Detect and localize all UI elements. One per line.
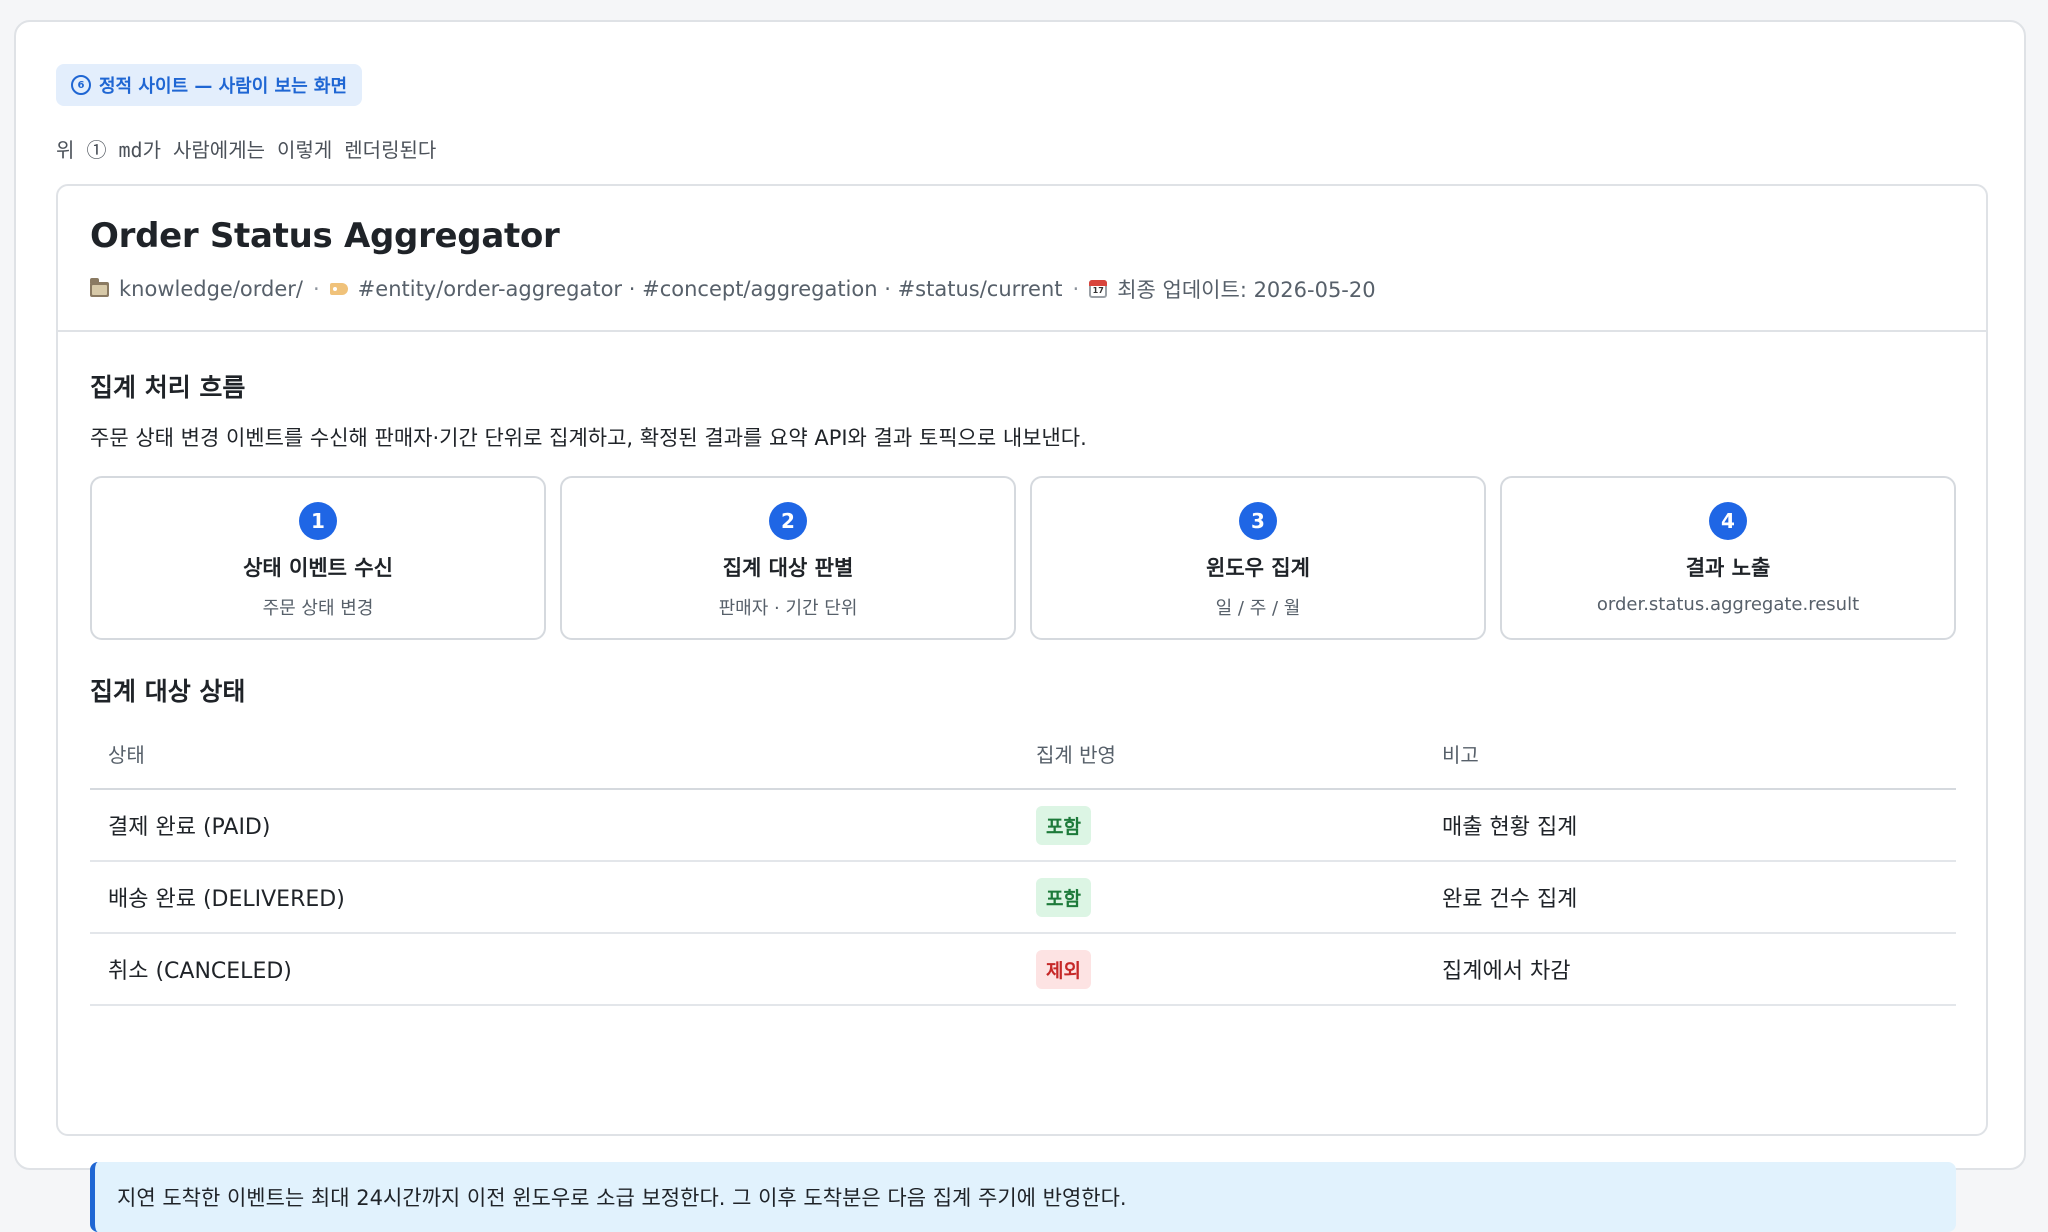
step-subtitle: order.status.aggregate.result [1596,594,1860,615]
step-number: 1 [299,502,337,540]
note-cell: 집계에서 차감 [1424,933,1956,1006]
tag-icon [329,283,348,295]
include-badge: 포함 [1036,877,1091,917]
step-card-4: 4 결과 노출 order.status.aggregate.result [1500,476,1956,640]
status-cell: 배송 완료 (DELIVERED) [90,861,1018,934]
doc-tags[interactable]: #entity/order-aggregator · #concept/aggr… [358,277,1063,301]
flow-steps: 1 상태 이벤트 수신 주문 상태 변경 2 집계 대상 판별 판매자 · 기간… [90,476,1956,640]
folder-icon [90,277,109,297]
step-title: 윈도우 집계 [1206,556,1310,580]
reflect-cell: 포함 [1018,861,1424,934]
step-subtitle: 일 / 주 / 월 [1215,598,1301,619]
step-card-1: 1 상태 이벤트 수신 주문 상태 변경 [90,476,546,640]
doc-path[interactable]: knowledge/order/ [119,277,303,301]
doc-meta: knowledge/order/ · #entity/order-aggrega… [90,274,1954,304]
calendar-icon [1089,280,1108,298]
status-table: 상태 집계 반영 비고 결제 완료 (PAID) 포함 매출 현황 집계 배송 … [90,718,1956,1006]
step-title: 결과 노출 [1685,556,1771,580]
status-cell: 취소 (CANCELED) [90,933,1018,1006]
table-row: 결제 완료 (PAID) 포함 매출 현황 집계 [90,789,1956,862]
note-cell: 완료 건수 집계 [1424,861,1956,934]
section-caption: 위 ① md가 사람에게는 이렇게 렌더링된다 [56,138,437,162]
flow-heading: 집계 처리 흐름 [90,373,246,402]
reflect-cell: 제외 [1018,933,1424,1006]
static-site-panel: 6 정적 사이트 — 사람이 보는 화면 위 ① md가 사람에게는 이렇게 렌… [14,20,2026,1232]
exclude-badge: 제외 [1036,949,1091,989]
step-subtitle: 판매자 · 기간 단위 [718,598,858,619]
status-heading: 집계 대상 상태 [90,677,246,706]
table-row: 배송 완료 (DELIVERED) 포함 완료 건수 집계 [90,861,1956,934]
section-badge-label: 정적 사이트 — 사람이 보는 화면 [99,76,348,97]
badge-number-icon: 6 [71,75,91,95]
step-card-2: 2 집계 대상 판별 판매자 · 기간 단위 [560,476,1016,640]
status-cell: 결제 완료 (PAID) [90,789,1018,862]
step-subtitle: 주문 상태 변경 [262,598,374,619]
table-row: 취소 (CANCELED) 제외 집계에서 차감 [90,933,1956,1006]
meta-separator: · [1072,277,1080,301]
doc-updated: 최종 업데이트: 2026-05-20 [1117,278,1376,302]
section-badge: 6 정적 사이트 — 사람이 보는 화면 [56,64,363,106]
reflect-cell: 포함 [1018,789,1424,862]
step-title: 집계 대상 판별 [722,556,854,580]
column-header-reflect: 집계 반영 [1018,718,1424,790]
meta-separator: · [312,277,320,301]
include-badge: 포함 [1036,805,1091,845]
step-number: 4 [1709,502,1747,540]
column-header-status: 상태 [90,718,1018,790]
step-card-3: 3 윈도우 집계 일 / 주 / 월 [1030,476,1486,640]
flow-description: 주문 상태 변경 이벤트를 수신해 판매자·기간 단위로 집계하고, 확정된 결… [90,426,1087,450]
doc-header: Order Status Aggregator knowledge/order/… [58,186,1986,332]
note-cell: 매출 현황 집계 [1424,789,1956,862]
rendered-doc-card: Order Status Aggregator knowledge/order/… [56,184,1988,1232]
table-header-row: 상태 집계 반영 비고 [90,718,1956,790]
callout-note: 지연 도착한 이벤트는 최대 24시간까지 이전 윈도우로 소급 보정한다. 그… [90,1162,1956,1232]
step-number: 2 [769,502,807,540]
column-header-note: 비고 [1424,718,1956,790]
step-number: 3 [1239,502,1277,540]
step-title: 상태 이벤트 수신 [243,556,393,580]
page-title: Order Status Aggregator [90,216,560,256]
